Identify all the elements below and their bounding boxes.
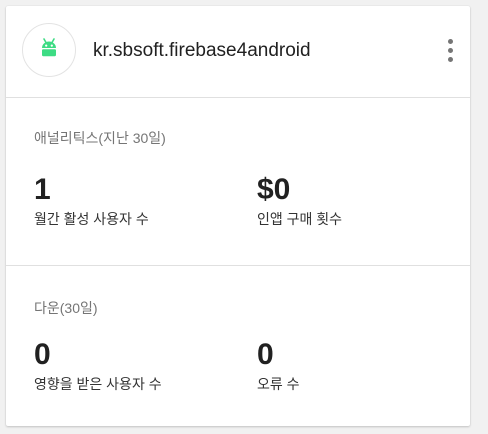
menu-dot: [447, 56, 453, 62]
app-name[interactable]: kr.sbsoft.firebase4android: [93, 40, 311, 62]
menu-dot: [447, 38, 453, 44]
metric-value: 1: [34, 173, 51, 206]
error-count-metric: 0 오류 수: [257, 338, 300, 394]
monthly-active-users-metric: 1 월간 활성 사용자 수: [34, 173, 149, 229]
downloads-title: 다운(30일): [34, 300, 98, 316]
android-icon: [38, 37, 60, 64]
app-avatar[interactable]: [22, 23, 76, 77]
more-vert-icon[interactable]: [434, 32, 466, 68]
metric-value: 0: [34, 338, 51, 371]
metric-value: $0: [257, 173, 291, 206]
affected-users-metric: 0 영향을 받은 사용자 수: [34, 338, 162, 394]
in-app-purchases-metric: $0 인앱 구매 횟수: [257, 173, 342, 229]
metric-label: 영향을 받은 사용자 수: [34, 376, 162, 392]
analytics-title: 애널리틱스(지난 30일): [34, 130, 166, 146]
analytics-section[interactable]: 애널리틱스(지난 30일) 1 월간 활성 사용자 수 $0 인앱 구매 횟수: [6, 98, 470, 266]
metric-label: 오류 수: [257, 376, 300, 392]
metric-label: 월간 활성 사용자 수: [34, 211, 149, 227]
card-header: kr.sbsoft.firebase4android: [6, 6, 470, 98]
metric-label: 인앱 구매 횟수: [257, 211, 343, 227]
menu-dot: [447, 47, 453, 53]
downloads-section[interactable]: 다운(30일) 0 영향을 받은 사용자 수 0 오류 수: [6, 266, 470, 426]
app-card: kr.sbsoft.firebase4android 애널리틱스(지난 30일)…: [6, 6, 470, 426]
metric-value: 0: [257, 338, 274, 371]
